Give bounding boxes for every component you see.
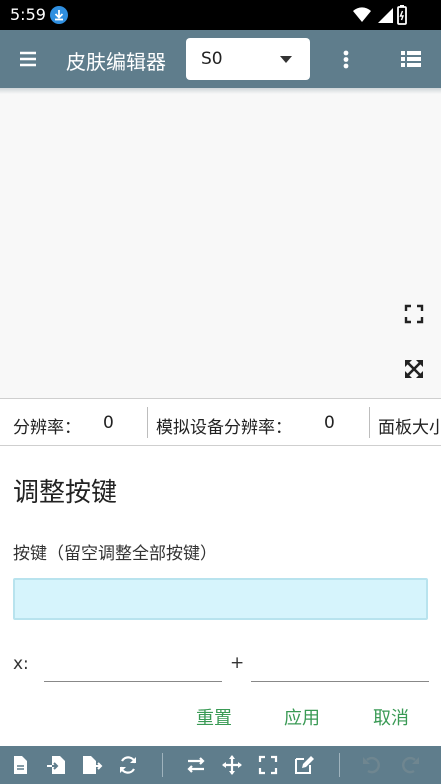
divider bbox=[369, 407, 370, 438]
redo-button[interactable] bbox=[399, 754, 421, 776]
page-title: 皮肤编辑器 bbox=[66, 50, 166, 74]
resolution-label: 分辨率： bbox=[13, 418, 81, 438]
device-resolution-value: 0 bbox=[324, 413, 335, 433]
x-offset-input[interactable] bbox=[44, 652, 222, 682]
refresh-icon bbox=[119, 756, 137, 774]
status-bar: 5:59 bbox=[0, 0, 441, 30]
expand-arrows-icon bbox=[405, 360, 423, 378]
battery-icon bbox=[397, 5, 407, 25]
more-options-button[interactable] bbox=[332, 43, 360, 75]
panel-size-label: 面板大小 bbox=[378, 418, 441, 438]
fit-screen-button[interactable] bbox=[402, 302, 426, 326]
key-field-label: 按键（留空调整全部按键） bbox=[13, 544, 217, 564]
toolbar-divider bbox=[162, 753, 163, 777]
toolbar-divider bbox=[339, 753, 340, 777]
list-icon bbox=[401, 51, 421, 67]
skin-select-value: S0 bbox=[201, 49, 223, 69]
download-icon bbox=[50, 6, 68, 24]
chevron-down-icon bbox=[280, 56, 292, 63]
device-resolution-label: 模拟设备分辨率： bbox=[156, 418, 292, 438]
import-button[interactable] bbox=[45, 754, 67, 776]
fullscreen-icon bbox=[258, 755, 278, 775]
import-icon bbox=[47, 756, 65, 774]
undo-button[interactable] bbox=[361, 754, 383, 776]
redo-icon bbox=[402, 756, 419, 774]
more-vertical-icon bbox=[343, 50, 349, 69]
move-icon bbox=[222, 755, 242, 775]
divider bbox=[147, 407, 148, 438]
expand-button[interactable] bbox=[402, 357, 426, 381]
app-bar: 皮肤编辑器 S0 bbox=[0, 30, 441, 88]
key-input[interactable] bbox=[13, 578, 428, 620]
export-button[interactable] bbox=[81, 754, 103, 776]
plus-label: + bbox=[230, 653, 245, 673]
y-offset-input[interactable] bbox=[251, 652, 429, 682]
refresh-button[interactable] bbox=[117, 754, 139, 776]
apply-button[interactable]: 应用 bbox=[284, 704, 320, 730]
edit-icon bbox=[295, 756, 314, 774]
wifi-icon bbox=[353, 7, 371, 22]
export-icon bbox=[83, 756, 103, 774]
swap-button[interactable] bbox=[185, 754, 207, 776]
menu-button[interactable] bbox=[12, 43, 44, 75]
new-file-button[interactable] bbox=[9, 754, 31, 776]
reset-button[interactable]: 重置 bbox=[196, 704, 232, 730]
x-label: x: bbox=[13, 654, 29, 674]
hamburger-icon bbox=[20, 51, 36, 67]
skin-preview-canvas[interactable] bbox=[0, 88, 441, 398]
move-button[interactable] bbox=[221, 754, 243, 776]
app-bar-shadow bbox=[0, 88, 441, 94]
swap-icon bbox=[187, 757, 205, 773]
resolution-info-bar: 分辨率： 0 模拟设备分辨率： 0 面板大小 bbox=[0, 398, 441, 446]
status-time: 5:59 bbox=[10, 5, 46, 24]
signal-icon bbox=[378, 8, 393, 23]
bottom-toolbar bbox=[0, 746, 441, 784]
undo-icon bbox=[363, 756, 380, 774]
fit-screen-icon bbox=[404, 304, 424, 324]
resolution-value: 0 bbox=[103, 413, 114, 433]
edit-button[interactable] bbox=[293, 754, 315, 776]
file-icon bbox=[14, 756, 27, 774]
cancel-button[interactable]: 取消 bbox=[373, 704, 409, 730]
list-view-button[interactable] bbox=[395, 43, 427, 75]
fullscreen-button[interactable] bbox=[257, 754, 279, 776]
skin-select[interactable]: S0 bbox=[186, 38, 310, 80]
panel-title: 调整按键 bbox=[13, 478, 118, 508]
